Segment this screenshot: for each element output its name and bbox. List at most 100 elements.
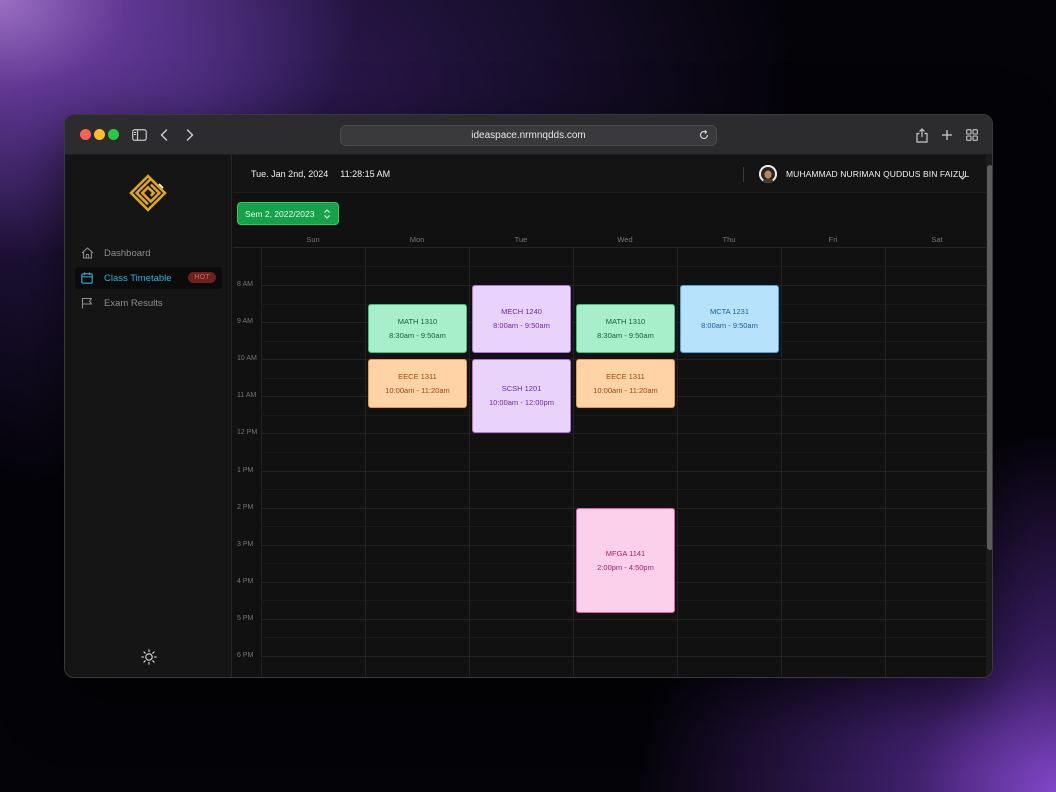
share-icon[interactable] xyxy=(915,125,929,145)
sidebar-item-label: Class Timetable xyxy=(104,272,172,284)
day-header-row: Sun Mon Tue Wed Thu Fri Sat xyxy=(233,231,986,248)
event-course-code: MATH 1310 xyxy=(605,316,646,326)
day-column-divider xyxy=(781,248,782,677)
half-hour-gridline xyxy=(261,489,986,490)
day-column-divider xyxy=(677,248,678,677)
time-label: 8 AM xyxy=(237,281,253,288)
user-name[interactable]: MUHAMMAD NURIMAN QUDDUS BIN FAIZUL xyxy=(786,169,969,179)
sidebar-toggle-icon[interactable] xyxy=(131,125,147,145)
day-label-tue: Tue xyxy=(514,235,528,244)
theme-toggle-icon[interactable] xyxy=(141,649,157,665)
chevron-down-icon[interactable] xyxy=(958,169,967,187)
event-time-range: 8:00am - 9:50am xyxy=(493,321,550,330)
scrollbar-thumb[interactable] xyxy=(987,165,992,550)
event-time-range: 2:00pm - 4:50pm xyxy=(597,562,654,572)
class-event-scsh-1201-tue[interactable]: SCSH 1201 10:00am - 12:00pm xyxy=(472,359,571,433)
home-icon xyxy=(80,246,94,260)
class-event-eece-1311-mon[interactable]: EECE 1311 10:00am - 11:20am xyxy=(368,359,467,408)
sidebar-item-exam-results[interactable]: Exam Results xyxy=(75,292,222,314)
class-event-math-1310-wed[interactable]: MATH 1310 8:30am - 9:50am xyxy=(576,304,675,353)
half-hour-gridline xyxy=(261,452,986,453)
hour-gridline xyxy=(261,433,986,434)
app-logo[interactable] xyxy=(128,173,168,213)
event-course-code: EECE 1311 xyxy=(606,371,645,381)
event-course-code: MECH 1240 xyxy=(501,307,542,316)
event-time-range: 10:00am - 12:00pm xyxy=(488,398,555,407)
day-column-divider xyxy=(469,248,470,677)
event-time-range: 8:30am - 9:50am xyxy=(597,330,654,340)
event-course-code: SCSH 1201 xyxy=(501,384,542,393)
day-label-thu: Thu xyxy=(722,235,736,244)
time-label: 4 PM xyxy=(237,578,254,585)
chevron-up-down-icon xyxy=(323,208,331,222)
class-event-eece-1311-wed[interactable]: EECE 1311 10:00am - 11:20am xyxy=(576,359,675,408)
forward-icon[interactable] xyxy=(184,125,196,145)
header-divider xyxy=(743,167,744,182)
sidebar-item-label: Dashboard xyxy=(104,247,151,259)
sidebar-item-class-timetable[interactable]: Class Timetable HOT xyxy=(75,267,222,289)
class-event-mech-1240-tue[interactable]: MECH 1240 8:00am - 9:50am xyxy=(472,285,571,353)
hour-gridline xyxy=(261,285,986,286)
browser-window: ideaspace.nrmnqdds.com Dashboard Class T… xyxy=(64,114,993,678)
address-bar[interactable]: ideaspace.nrmnqdds.com xyxy=(340,125,717,146)
event-time-range: 8:30am - 9:50am xyxy=(389,330,446,340)
minimize-window-button[interactable] xyxy=(94,129,105,140)
current-time: 11:28:15 AM xyxy=(340,169,391,179)
hour-gridline xyxy=(261,656,986,657)
time-label: 9 AM xyxy=(237,318,253,325)
sidebar-item-dashboard[interactable]: Dashboard xyxy=(75,242,222,264)
day-label-fri: Fri xyxy=(828,235,838,244)
class-event-mcta-1231-thu[interactable]: MCTA 1231 8:00am - 9:50am xyxy=(680,285,779,353)
time-label: 10 AM xyxy=(237,355,257,362)
event-time-range: 10:00am - 11:20am xyxy=(593,385,658,395)
day-label-sat: Sat xyxy=(931,235,943,244)
hot-badge: HOT xyxy=(188,272,216,283)
time-label: 12 PM xyxy=(237,429,258,436)
event-time-range: 10:00am - 11:20am xyxy=(385,385,450,395)
current-date: Tue. Jan 2nd, 2024 xyxy=(251,169,329,179)
main-content: Tue. Jan 2nd, 2024 11:28:15 AM MUHAMMAD N… xyxy=(233,155,990,677)
url-text: ideaspace.nrmnqdds.com xyxy=(471,130,586,141)
flag-icon xyxy=(80,296,94,310)
page-scrollbar[interactable] xyxy=(986,155,992,677)
user-avatar[interactable] xyxy=(759,165,777,183)
sidebar-item-label: Exam Results xyxy=(104,297,163,309)
event-course-code: MFGA 1141 xyxy=(605,548,646,558)
day-column-divider xyxy=(261,248,262,677)
half-hour-gridline xyxy=(261,266,986,267)
time-label: 2 PM xyxy=(237,504,254,511)
time-label: 11 AM xyxy=(237,392,257,399)
calendar-icon xyxy=(80,271,94,285)
day-column-divider xyxy=(885,248,886,677)
zoom-window-button[interactable] xyxy=(108,129,119,140)
current-datetime: Tue. Jan 2nd, 2024 11:28:15 AM xyxy=(251,169,390,179)
time-label: 1 PM xyxy=(237,467,254,474)
hour-gridline xyxy=(261,619,986,620)
half-hour-gridline xyxy=(261,637,986,638)
timetable-grid: 8 AM 9 AM 10 AM 11 AM 12 PM 1 PM 2 PM 3 PM 4 PM 5… xyxy=(233,248,990,677)
time-label: 3 PM xyxy=(237,541,254,548)
app-topbar: Tue. Jan 2nd, 2024 11:28:15 AM MUHAMMAD N… xyxy=(233,155,986,193)
event-course-code: MCTA 1231 xyxy=(709,307,750,316)
close-window-button[interactable] xyxy=(80,129,91,140)
hour-gridline xyxy=(261,471,986,472)
half-hour-gridline xyxy=(261,415,986,416)
tab-overview-icon[interactable] xyxy=(965,125,979,145)
day-label-sun: Sun xyxy=(306,235,320,244)
class-event-mfga-1141-wed[interactable]: MFGA 1141 2:00pm - 4:50pm xyxy=(576,508,675,613)
weekly-timetable: Sun Mon Tue Wed Thu Fri Sat 8 AM 9 AM 10 AM 11 AM… xyxy=(233,231,990,677)
event-course-code: MATH 1310 xyxy=(397,316,438,326)
time-label: 5 PM xyxy=(237,615,254,622)
semester-select[interactable]: Sem 2, 2022/2023 xyxy=(237,202,339,225)
day-column-divider xyxy=(365,248,366,677)
day-label-wed: Wed xyxy=(617,235,633,244)
new-tab-icon[interactable] xyxy=(940,125,954,145)
reload-icon[interactable] xyxy=(698,129,710,144)
semester-selected-value: Sem 2, 2022/2023 xyxy=(245,208,315,219)
day-column-divider xyxy=(573,248,574,677)
event-course-code: EECE 1311 xyxy=(398,371,437,381)
class-event-math-1310-mon[interactable]: MATH 1310 8:30am - 9:50am xyxy=(368,304,467,353)
app-sidebar: Dashboard Class Timetable HOT Exam Resul… xyxy=(65,155,232,677)
event-time-range: 8:00am - 9:50am xyxy=(701,321,758,330)
back-icon[interactable] xyxy=(158,125,170,145)
